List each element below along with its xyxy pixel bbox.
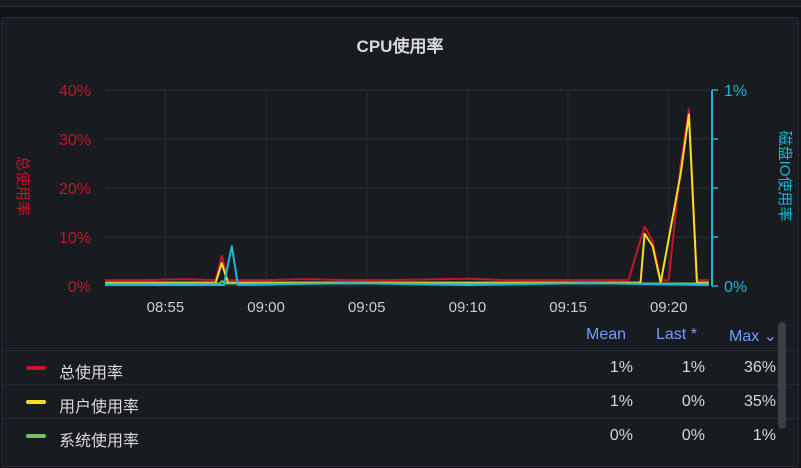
left-tick-label: 30% — [59, 132, 91, 149]
legend-mean-value: 1% — [609, 359, 633, 376]
right-tick-label: 1% — [724, 83, 747, 100]
right-tick-label: 0% — [724, 279, 747, 296]
legend-max-value: 1% — [752, 427, 776, 444]
left-tick-label: 10% — [59, 230, 91, 247]
legend-series-name[interactable]: 总使用率 — [59, 359, 123, 383]
legend-max-value: 36% — [743, 359, 776, 376]
x-tick-label: 09:05 — [348, 299, 386, 316]
legend-last-value: 1% — [681, 359, 705, 376]
cpu-usage-panel[interactable]: CPU使用率 40% 30% 20% 10% 0% 1% 0% 08:55 09:00 09:… — [1, 17, 800, 467]
top-panel-edge — [0, 0, 801, 7]
legend-mean-value: 0% — [609, 427, 633, 444]
legend-mean-value: 1% — [609, 393, 633, 410]
series-line — [105, 113, 709, 284]
legend-max-value: 35% — [743, 393, 776, 410]
legend-last-value: 0% — [681, 427, 705, 444]
legend-series-name[interactable]: 系统使用率 — [59, 427, 139, 451]
legend-series-name[interactable]: 用户使用率 — [59, 393, 139, 417]
series-line — [105, 108, 709, 282]
legend-header: Mean Last * Max ⌄ — [2, 320, 800, 350]
x-tick-label: 09:20 — [650, 299, 688, 316]
x-tick-label: 09:10 — [449, 299, 487, 316]
legend-header-last[interactable]: Last * — [656, 326, 697, 344]
legend-header-max[interactable]: Max ⌄ — [729, 326, 777, 346]
legend-swatch — [26, 366, 46, 370]
legend-header-mean[interactable]: Mean — [586, 326, 626, 344]
legend-row[interactable]: 系统使用率 0% 0% 1% — [2, 418, 800, 452]
left-axis-label: 总使用率 — [14, 156, 31, 216]
right-axis-label: 磁盘IO使用率 — [776, 131, 794, 222]
legend-scrollbar[interactable] — [778, 322, 786, 429]
legend-row[interactable]: 用户使用率 1% 0% 35% — [2, 384, 800, 418]
left-tick-label: 40% — [59, 83, 91, 100]
left-tick-label: 20% — [59, 181, 91, 198]
x-tick-label: 09:00 — [247, 299, 285, 316]
cpu-usage-chart[interactable]: 40% 30% 20% 10% 0% 1% 0% 08:55 09:00 09:05 09:10… — [2, 18, 800, 318]
legend-last-value: 0% — [681, 393, 705, 410]
legend-swatch — [26, 434, 46, 438]
x-tick-label: 08:55 — [147, 299, 185, 316]
left-tick-label: 0% — [68, 279, 91, 296]
legend-swatch — [26, 400, 46, 404]
x-tick-label: 09:15 — [549, 299, 587, 316]
legend-table: Mean Last * Max ⌄ 总使用率 1% 1% 36% 用户使用率 1% 0% 35… — [2, 320, 800, 452]
legend-row[interactable]: 总使用率 1% 1% 36% — [2, 350, 800, 384]
